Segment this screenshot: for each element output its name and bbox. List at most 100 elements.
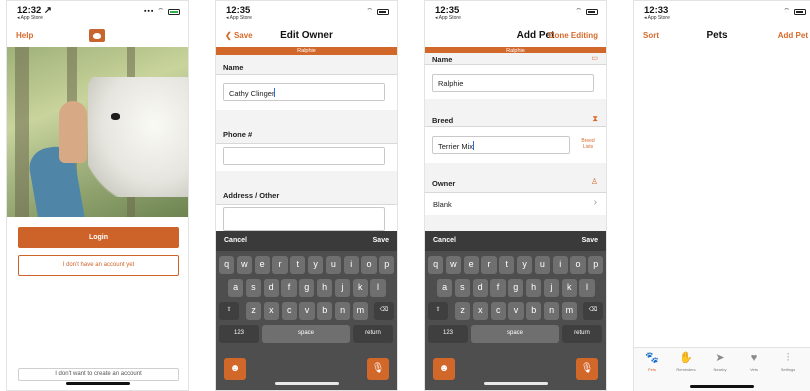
key-t[interactable]: t: [290, 256, 306, 274]
key-g[interactable]: g: [299, 279, 315, 297]
microphone-key[interactable]: 🎙: [367, 358, 389, 380]
key-q[interactable]: q: [428, 256, 444, 274]
key-v[interactable]: v: [299, 302, 315, 320]
key-q[interactable]: q: [219, 256, 235, 274]
save-label: Save: [233, 31, 253, 40]
return-key[interactable]: return: [562, 325, 602, 343]
login-button[interactable]: Login: [18, 227, 179, 248]
back-to-app-store[interactable]: ◂ App Store: [435, 15, 461, 21]
key-s[interactable]: s: [245, 279, 261, 297]
back-to-app-store[interactable]: ◂ App Store: [644, 15, 670, 21]
status-bar: 12:32 ↗ ◂ App Store ▪▪▪ ⌔: [7, 1, 188, 23]
key-w[interactable]: w: [445, 256, 461, 274]
key-x[interactable]: x: [263, 302, 279, 320]
skip-account-button[interactable]: I don't want to create an account: [18, 368, 179, 381]
key-f[interactable]: f: [490, 279, 506, 297]
backspace-key[interactable]: ⌫: [374, 302, 394, 320]
shift-key[interactable]: ⇧: [428, 302, 448, 320]
key-v[interactable]: v: [508, 302, 524, 320]
key-p[interactable]: p: [588, 256, 604, 274]
key-n[interactable]: n: [335, 302, 351, 320]
key-z[interactable]: z: [246, 302, 262, 320]
owner-name-field[interactable]: Cathy Clinger: [223, 83, 385, 101]
home-indicator[interactable]: [483, 382, 548, 385]
navbar: Sort Pets Add Pet: [634, 24, 810, 48]
numbers-key[interactable]: 123: [219, 325, 259, 343]
microphone-key[interactable]: 🎙: [576, 358, 598, 380]
save-button[interactable]: Save: [582, 237, 598, 244]
tab-settings[interactable]: ⫶ Settings: [774, 352, 802, 372]
key-f[interactable]: f: [281, 279, 297, 297]
key-n[interactable]: n: [544, 302, 560, 320]
key-b[interactable]: b: [317, 302, 333, 320]
return-key[interactable]: return: [353, 325, 393, 343]
key-u[interactable]: u: [325, 256, 341, 274]
key-k[interactable]: k: [561, 279, 577, 297]
help-button[interactable]: Help: [16, 31, 33, 40]
key-e[interactable]: e: [463, 256, 479, 274]
key-s[interactable]: s: [454, 279, 470, 297]
phone-field[interactable]: [223, 147, 385, 165]
key-t[interactable]: t: [499, 256, 515, 274]
key-o[interactable]: o: [361, 256, 377, 274]
key-h[interactable]: h: [526, 279, 542, 297]
space-key[interactable]: space: [262, 325, 350, 343]
key-a[interactable]: a: [228, 279, 244, 297]
back-to-app-store[interactable]: ◂ App Store: [17, 15, 43, 21]
address-field[interactable]: [223, 207, 385, 231]
shift-key[interactable]: ⇧: [219, 302, 239, 320]
key-z[interactable]: z: [455, 302, 471, 320]
key-d[interactable]: d: [472, 279, 488, 297]
key-l[interactable]: l: [370, 279, 386, 297]
breed-field[interactable]: Terrier Mix: [432, 136, 570, 154]
cancel-button[interactable]: Cancel: [224, 237, 247, 244]
breed-lists-link[interactable]: Breed Lists: [577, 138, 599, 150]
emoji-key[interactable]: ☻: [433, 358, 455, 380]
tab-vets[interactable]: ♥ Vets: [740, 352, 768, 372]
key-p[interactable]: p: [379, 256, 395, 274]
key-m[interactable]: m: [561, 302, 577, 320]
key-m[interactable]: m: [352, 302, 368, 320]
backspace-key[interactable]: ⌫: [583, 302, 603, 320]
key-i[interactable]: i: [343, 256, 359, 274]
key-r[interactable]: r: [481, 256, 497, 274]
key-j[interactable]: j: [334, 279, 350, 297]
back-to-app-store[interactable]: ◂ App Store: [226, 15, 252, 21]
home-indicator[interactable]: [274, 382, 339, 385]
key-k[interactable]: k: [352, 279, 368, 297]
key-o[interactable]: o: [570, 256, 586, 274]
space-key[interactable]: space: [471, 325, 559, 343]
key-c[interactable]: c: [490, 302, 506, 320]
key-u[interactable]: u: [534, 256, 550, 274]
pet-name-field[interactable]: Ralphie: [432, 74, 594, 92]
tab-nearby[interactable]: ➤ Nearby: [706, 352, 734, 372]
key-y[interactable]: y: [517, 256, 533, 274]
key-c[interactable]: c: [281, 302, 297, 320]
done-editing-button[interactable]: Done Editing: [549, 31, 598, 40]
key-g[interactable]: g: [508, 279, 524, 297]
add-pet-button[interactable]: Add Pet: [778, 31, 808, 40]
key-l[interactable]: l: [579, 279, 595, 297]
key-a[interactable]: a: [437, 279, 453, 297]
cancel-button[interactable]: Cancel: [433, 237, 456, 244]
save-button[interactable]: ❮ Save: [225, 31, 253, 40]
numbers-key[interactable]: 123: [428, 325, 468, 343]
key-h[interactable]: h: [317, 279, 333, 297]
owner-row[interactable]: Blank ›: [425, 193, 606, 215]
key-d[interactable]: d: [263, 279, 279, 297]
key-x[interactable]: x: [472, 302, 488, 320]
key-i[interactable]: i: [552, 256, 568, 274]
home-indicator[interactable]: [65, 382, 130, 385]
key-y[interactable]: y: [308, 256, 324, 274]
key-r[interactable]: r: [272, 256, 288, 274]
key-e[interactable]: e: [254, 256, 270, 274]
key-w[interactable]: w: [236, 256, 252, 274]
tab-reminders[interactable]: ✋ Reminders: [672, 352, 700, 372]
save-button[interactable]: Save: [373, 237, 389, 244]
no-account-button[interactable]: I don't have an account yet: [18, 255, 179, 276]
key-j[interactable]: j: [543, 279, 559, 297]
emoji-key[interactable]: ☻: [224, 358, 246, 380]
tab-pets[interactable]: 🐾 Pets: [638, 352, 666, 372]
key-b[interactable]: b: [526, 302, 542, 320]
home-indicator[interactable]: [690, 385, 754, 388]
